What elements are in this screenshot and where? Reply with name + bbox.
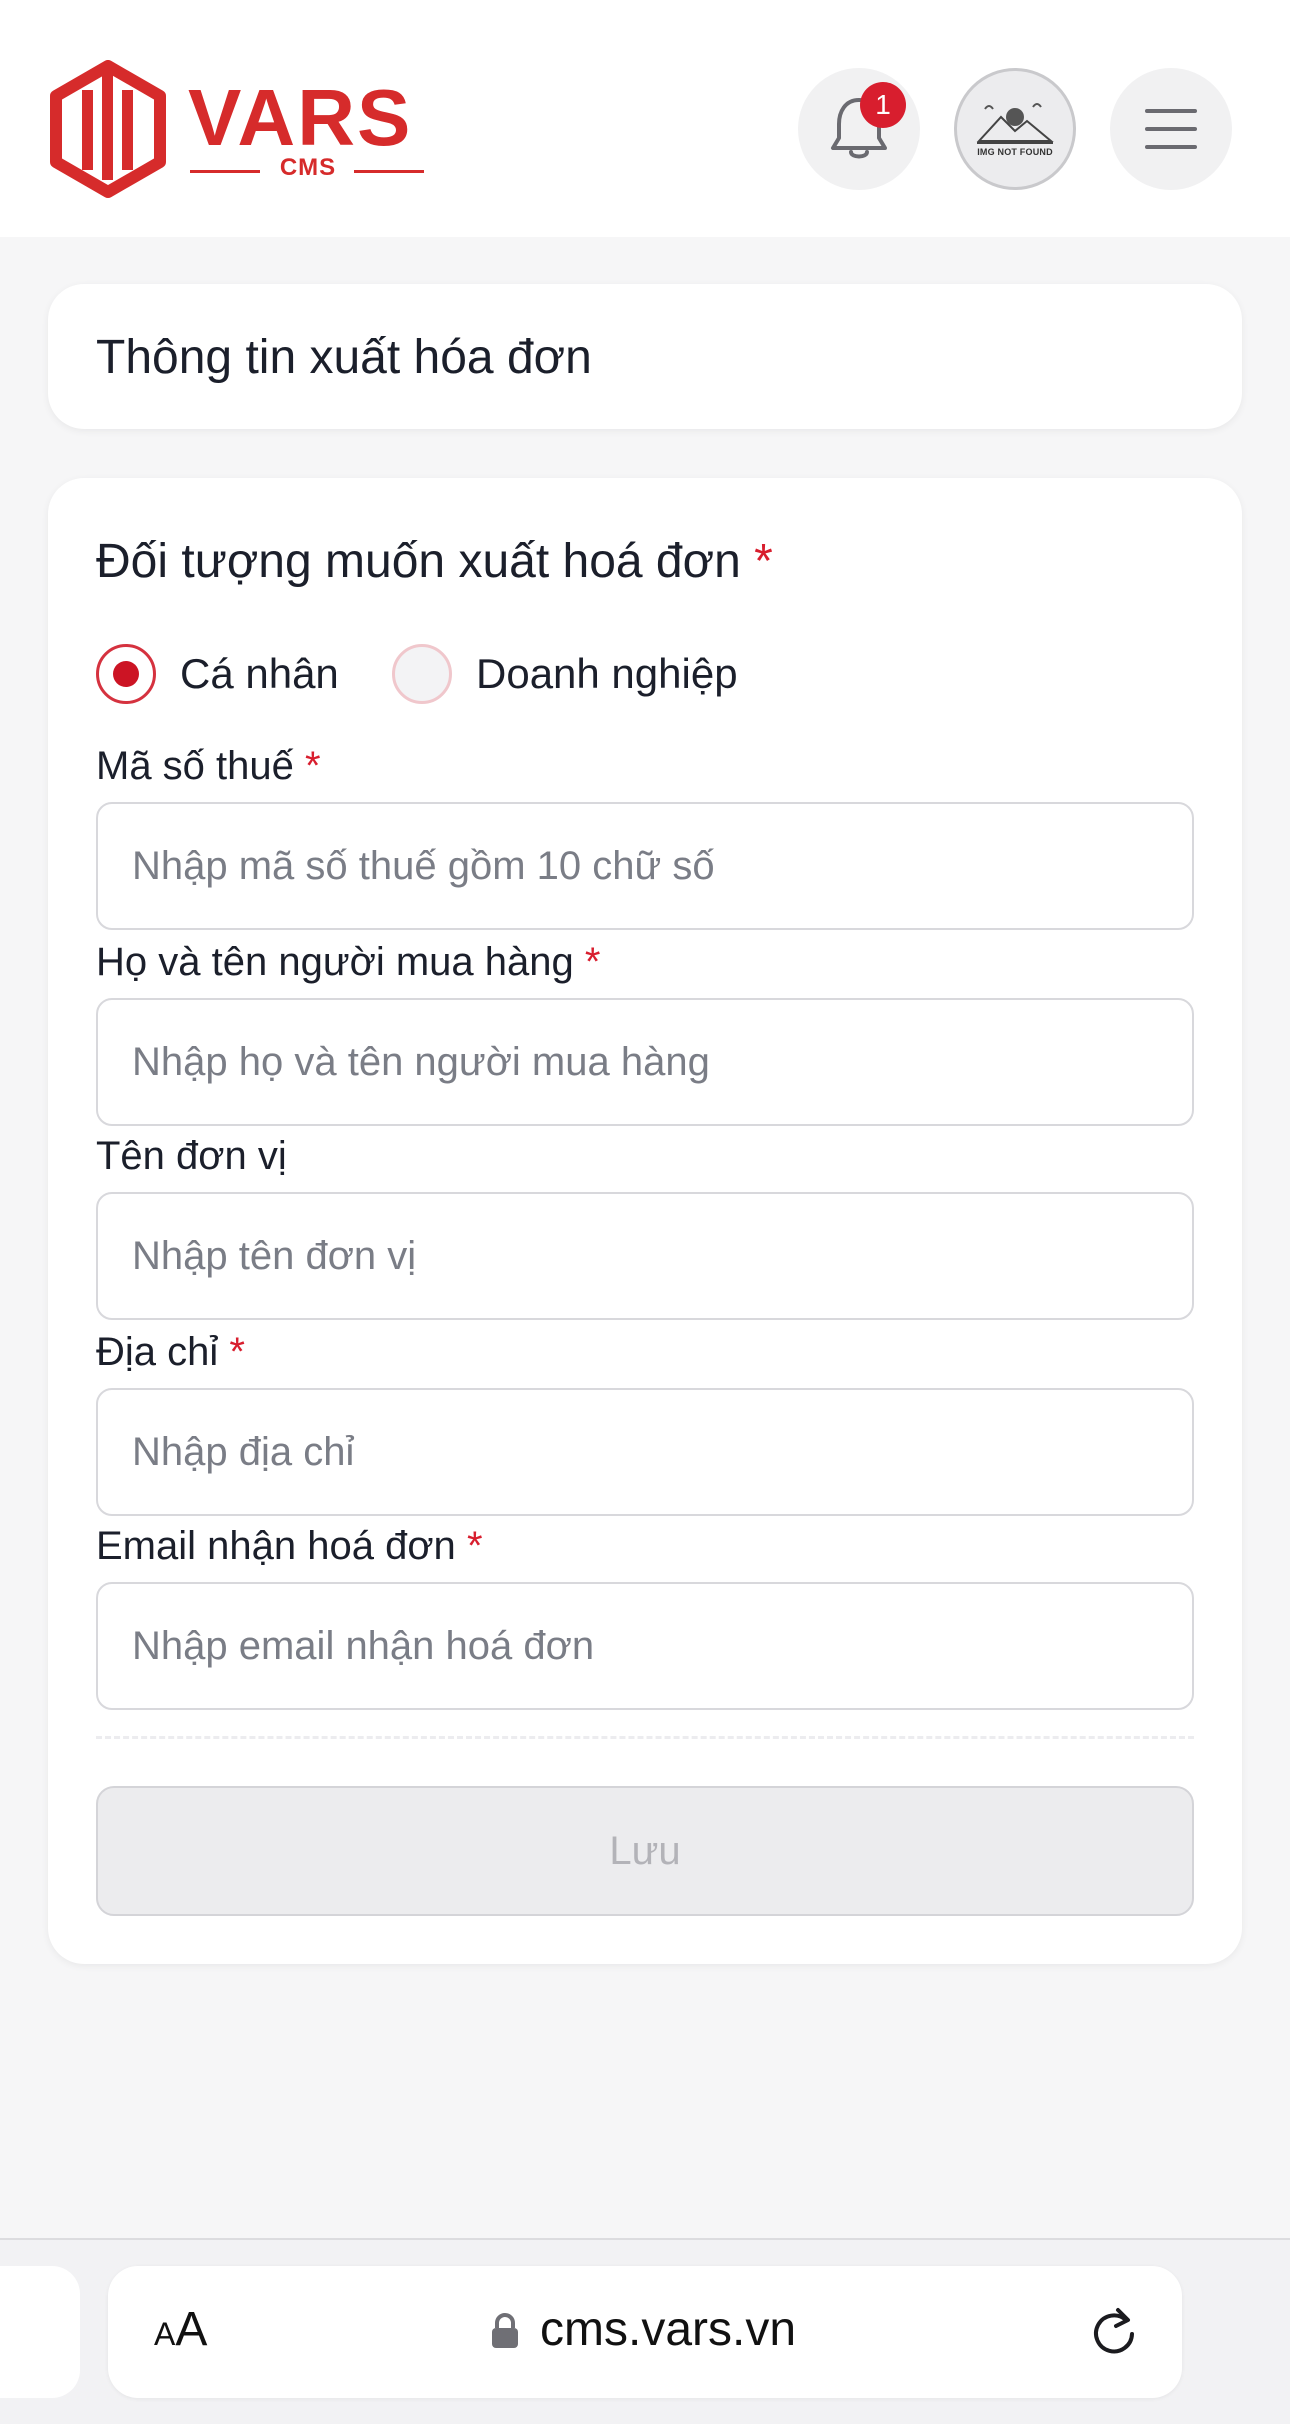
logo-line-left	[190, 170, 260, 173]
required-mark: *	[754, 535, 773, 588]
address-bar[interactable]: AA cms.vars.vn	[108, 2266, 1182, 2398]
page-title-card: Thông tin xuất hóa đơn	[48, 284, 1242, 429]
logo-mark-icon	[50, 60, 166, 198]
vars-logo[interactable]: VARS CMS	[48, 60, 428, 200]
required-mark: *	[584, 940, 601, 984]
text-size-small-a: A	[154, 2316, 176, 2352]
browser-toolbar: AA cms.vars.vn	[0, 2240, 1290, 2424]
invoice-target-title: Đối tượng muốn xuất hoá đơn *	[96, 534, 773, 589]
form-divider	[96, 1736, 1194, 1739]
notifications-button[interactable]: 1	[798, 68, 920, 190]
save-button[interactable]: Lưu	[96, 1786, 1194, 1916]
logo-sub-text: CMS	[279, 154, 337, 181]
logo-sub-wrap: CMS	[190, 154, 424, 184]
unit-name-input[interactable]	[96, 1192, 1194, 1320]
avatar-placeholder-label: IMG NOT FOUND	[977, 147, 1053, 157]
unit-name-label-text: Tên đơn vị	[96, 1134, 287, 1178]
buyer-name-input[interactable]	[96, 998, 1194, 1126]
radio-doanh-nghiep[interactable]: Doanh nghiệp	[392, 643, 738, 705]
unit-name-label: Tên đơn vị	[96, 1134, 287, 1179]
buyer-name-label: Họ và tên người mua hàng *	[96, 940, 600, 985]
address-label: Địa chỉ *	[96, 1330, 245, 1375]
menu-icon	[1145, 109, 1197, 149]
app-header: VARS CMS 1 IMG NOT FOUND	[0, 0, 1290, 237]
invoice-target-radio-group: Cá nhân Doanh nghiệp	[96, 643, 996, 713]
invoice-email-label-text: Email nhận hoá đơn	[96, 1524, 456, 1568]
previous-tab-preview[interactable]	[0, 2266, 80, 2398]
tax-code-label-text: Mã số thuế	[96, 744, 294, 788]
notification-badge: 1	[860, 82, 906, 128]
reload-icon[interactable]	[1088, 2304, 1140, 2360]
text-size-button[interactable]: AA	[154, 2302, 207, 2357]
invoice-target-title-text: Đối tượng muốn xuất hoá đơn	[96, 535, 741, 588]
buyer-name-label-text: Họ và tên người mua hàng	[96, 940, 574, 984]
avatar[interactable]: IMG NOT FOUND	[954, 68, 1076, 190]
tax-code-input[interactable]	[96, 802, 1194, 930]
address-input[interactable]	[96, 1388, 1194, 1516]
menu-button[interactable]	[1110, 68, 1232, 190]
required-mark: *	[305, 744, 321, 788]
url-text: cms.vars.vn	[540, 2303, 797, 2356]
radio-dot	[113, 661, 139, 687]
radio-ca-nhan[interactable]: Cá nhân	[96, 643, 339, 705]
invoice-email-label: Email nhận hoá đơn *	[96, 1524, 483, 1569]
tax-code-label: Mã số thuế *	[96, 744, 321, 789]
radio-unchecked-icon	[392, 644, 452, 704]
radio-ca-nhan-label: Cá nhân	[180, 650, 339, 697]
lock-icon	[492, 2313, 518, 2348]
logo-line-right	[354, 170, 424, 173]
required-mark: *	[466, 1524, 483, 1568]
page-title: Thông tin xuất hóa đơn	[96, 331, 592, 384]
address-label-text: Địa chỉ	[96, 1330, 219, 1374]
invoice-form-card: Đối tượng muốn xuất hoá đơn * Cá nhân Do…	[48, 478, 1242, 1964]
text-size-large-a: A	[175, 2303, 208, 2356]
logo-wordmark: VARS	[188, 73, 413, 162]
radio-checked-icon	[96, 644, 156, 704]
invoice-email-input[interactable]	[96, 1582, 1194, 1710]
required-mark: *	[229, 1330, 245, 1374]
radio-doanh-nghiep-label: Doanh nghiệp	[476, 650, 738, 697]
